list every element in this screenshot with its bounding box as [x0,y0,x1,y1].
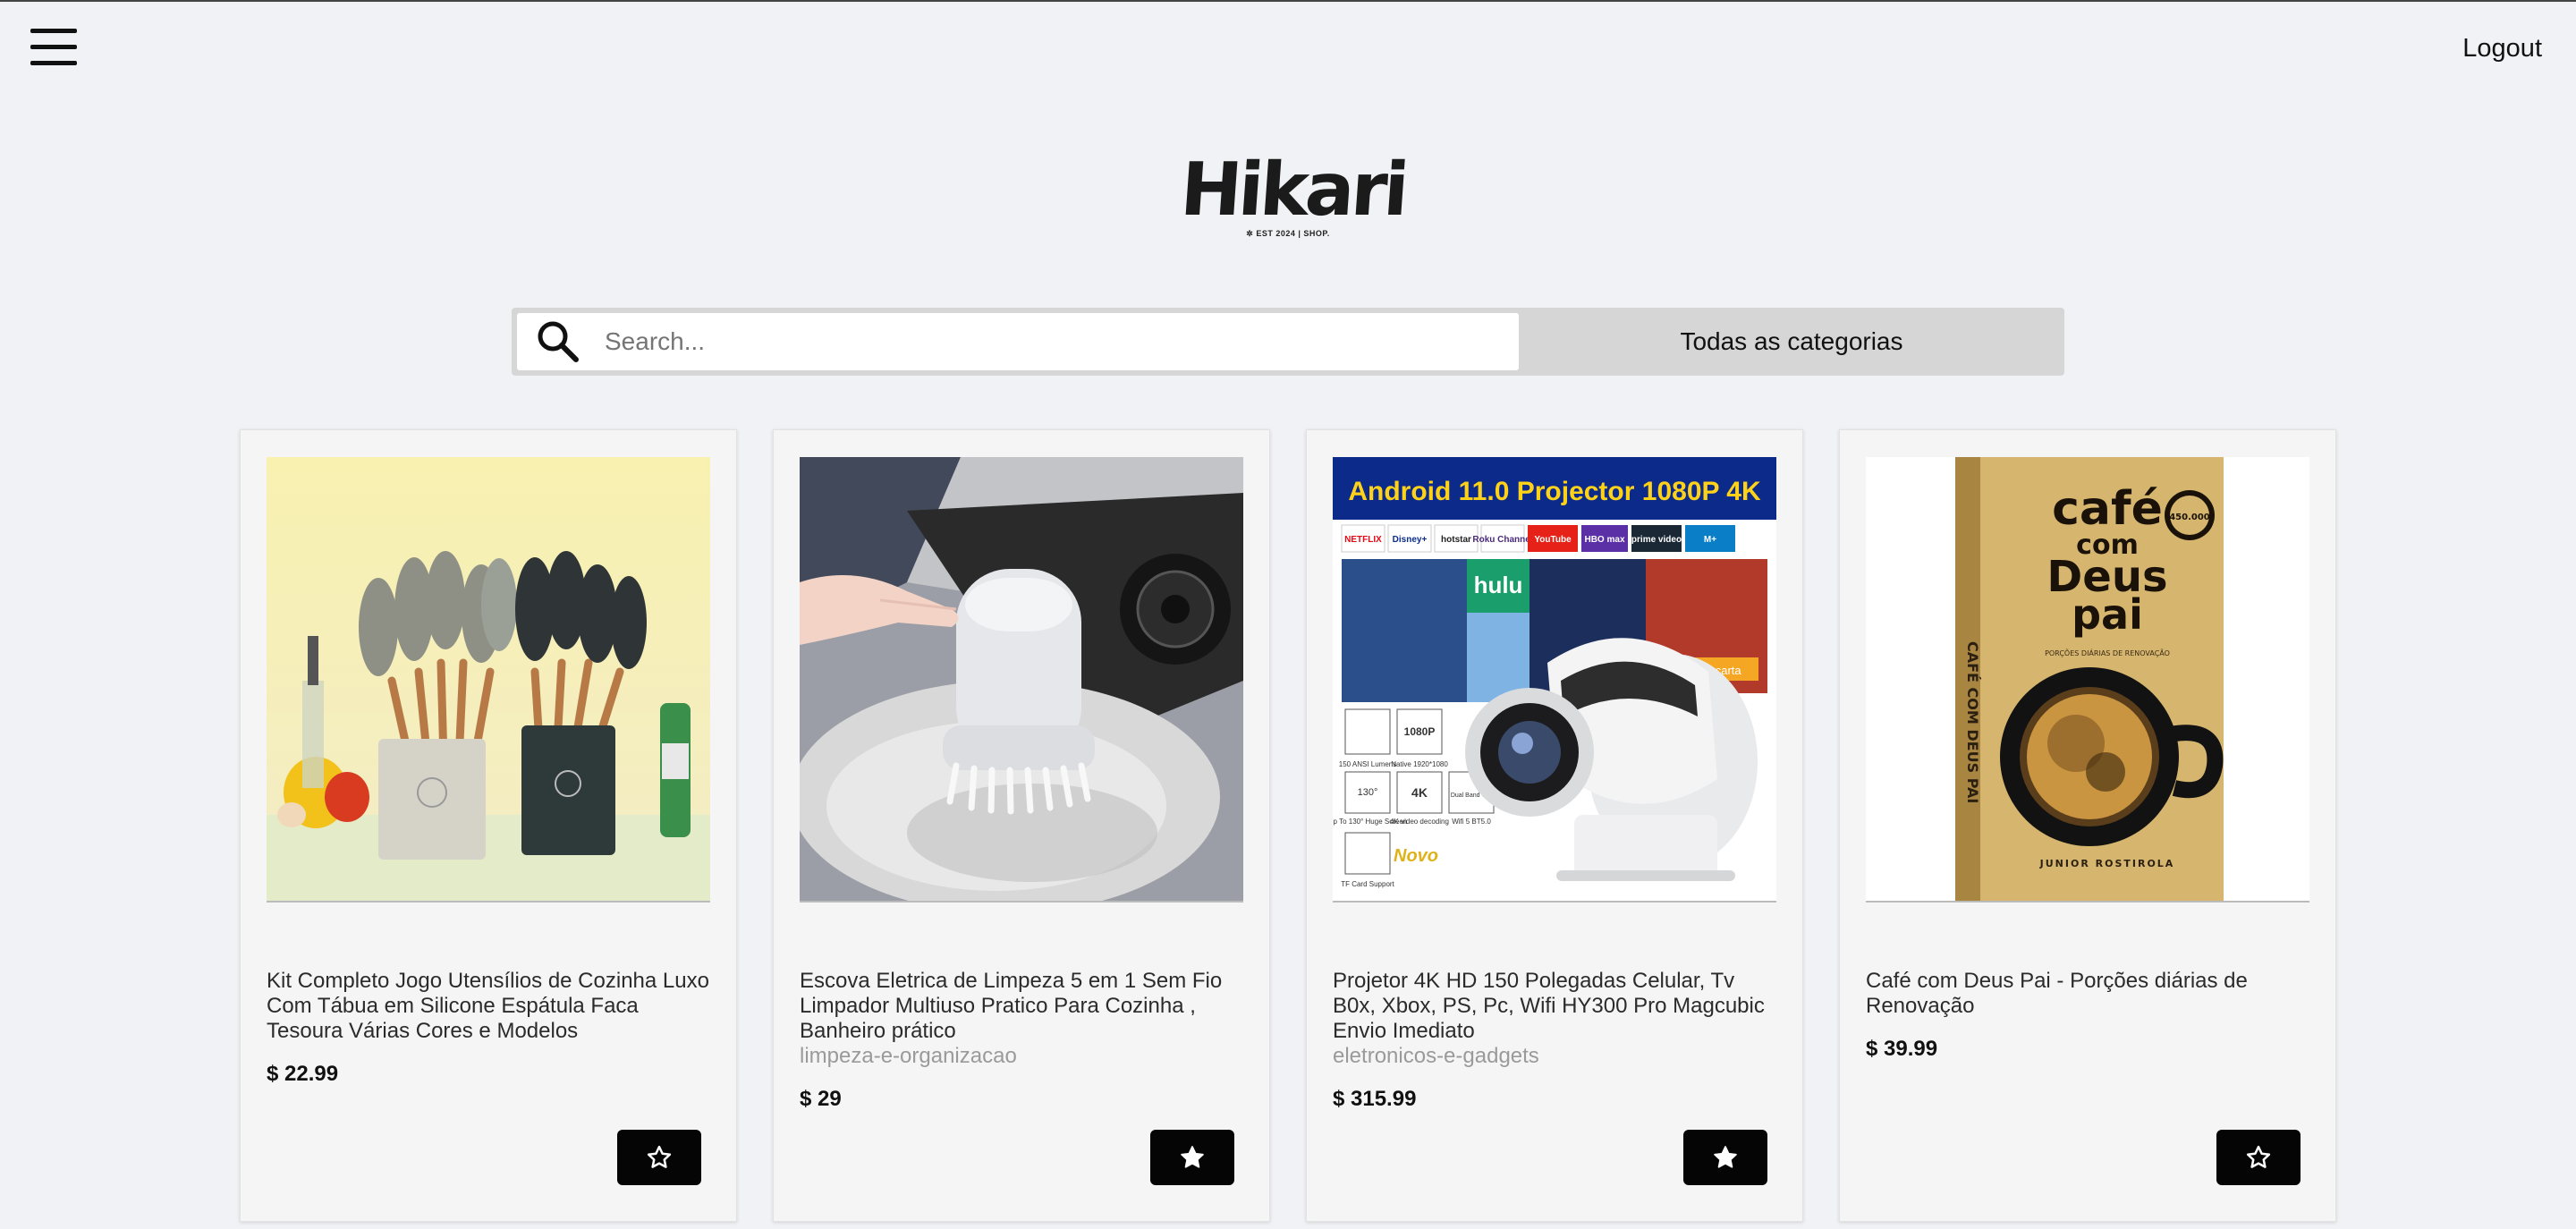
hamburger-menu-icon[interactable] [30,27,77,66]
book-title-pai: pai [2072,590,2143,639]
badge-hotstar: hotstar [1441,535,1471,545]
star-filled-icon [1714,1146,1737,1168]
spec-bt: Wifi 5 BT5.0 [1452,818,1491,826]
product-card[interactable]: Escova Eletrica de Limpeza 5 em 1 Sem Fi… [773,429,1270,1222]
product-info: Café com Deus Pai - Porções diárias de R… [1866,969,2313,1062]
product-card[interactable]: Kit Completo Jogo Utensílios de Cozinha … [240,429,737,1222]
badge-disney: Disney+ [1393,535,1428,545]
projector-image[interactable]: Android 11.0 Projector 1080P 4K NETFLIX … [1333,457,1776,903]
favorite-button[interactable] [2216,1130,2301,1185]
product-category[interactable]: eletronicos-e-gadgets [1333,1044,1780,1069]
kitchen-utensils-image[interactable] [267,457,710,903]
search-bar: Todas as categorias [512,308,2064,376]
star-outline-icon [647,1145,672,1168]
star-filled-icon [1181,1146,1204,1168]
product-price: $ 39.99 [1866,1037,1938,1061]
hulu-tile: hulu [1474,572,1523,598]
spec-130: 130° [1358,787,1378,798]
product-card[interactable]: Android 11.0 Projector 1080P 4K NETFLIX … [1306,429,1803,1222]
badge-prime: prime video [1631,535,1682,545]
product-title[interactable]: Kit Completo Jogo Utensílios de Cozinha … [267,969,714,1044]
badge-roku: Roku Channel [1472,535,1532,545]
badge-movistar: M+ [1704,535,1716,545]
category-select[interactable]: Todas as categorias [1524,313,2059,370]
product-grid: Kit Completo Jogo Utensílios de Cozinha … [240,429,2336,1229]
product-price: $ 29 [800,1087,842,1111]
book-spine-title: CAFÉ COM DEUS PAI [1964,641,1981,803]
search-icon[interactable] [531,315,585,369]
book-subtitle: PORÇÕES DIÁRIAS DE RENOVAÇÃO [2045,648,2170,657]
product-title[interactable]: Projetor 4K HD 150 Polegadas Celular, Tv… [1333,969,1780,1044]
spec-native: Native 1920*1080 [1391,760,1448,768]
star-outline-icon [2246,1145,2271,1168]
product-info: Projetor 4K HD 150 Polegadas Celular, Tv… [1333,969,1780,1112]
logo-wordmark: Hikari [1177,148,1409,233]
badge-netflix: NETFLIX [1344,535,1382,545]
product-card[interactable]: CAFÉ COM DEUS PAI café com Deus pai PORÇ… [1839,429,2336,1222]
search-box [517,313,1519,370]
product-info: Escova Eletrica de Limpeza 5 em 1 Sem Fi… [800,969,1247,1112]
top-border [0,0,2576,2]
book-title-cafe: café [2052,482,2163,536]
product-title[interactable]: Escova Eletrica de Limpeza 5 em 1 Sem Fi… [800,969,1247,1044]
book-seal: 450.000 [2169,513,2210,522]
cleaning-brush-image[interactable] [800,457,1243,903]
book-cover-image[interactable]: CAFÉ COM DEUS PAI café com Deus pai PORÇ… [1866,457,2309,903]
favorite-button[interactable] [617,1130,701,1185]
search-input[interactable] [603,316,1501,368]
projector-headline: Android 11.0 Projector 1080P 4K [1348,477,1761,506]
product-category[interactable]: limpeza-e-organizacao [800,1044,1247,1069]
product-info: Kit Completo Jogo Utensílios de Cozinha … [267,969,714,1087]
spec-lumens: 150 ANSI Lumens [1339,760,1396,768]
logout-link[interactable]: Logout [2462,34,2542,64]
brand-logo: Hikari ✲ EST 2024 | SHOP. [1178,148,1409,239]
badge-hbomax: HBO max [1584,535,1624,545]
spec-1080p: 1080P [1404,725,1436,738]
spec-4k-decoding: 4K video decoding [1390,818,1449,826]
product-price: $ 315.99 [1333,1087,1417,1111]
badge-youtube: YouTube [1534,535,1572,545]
book-author: JUNIOR ROSTIROLA [2039,858,2175,869]
product-title[interactable]: Café com Deus Pai - Porções diárias de R… [1866,969,2313,1019]
favorite-button[interactable] [1683,1130,1767,1185]
product-price: $ 22.99 [267,1062,339,1086]
spec-tf: TF Card Support [1341,880,1394,888]
spec-4k: 4K [1411,785,1428,800]
favorite-button[interactable] [1150,1130,1234,1185]
novo-label: Novo [1394,846,1438,866]
